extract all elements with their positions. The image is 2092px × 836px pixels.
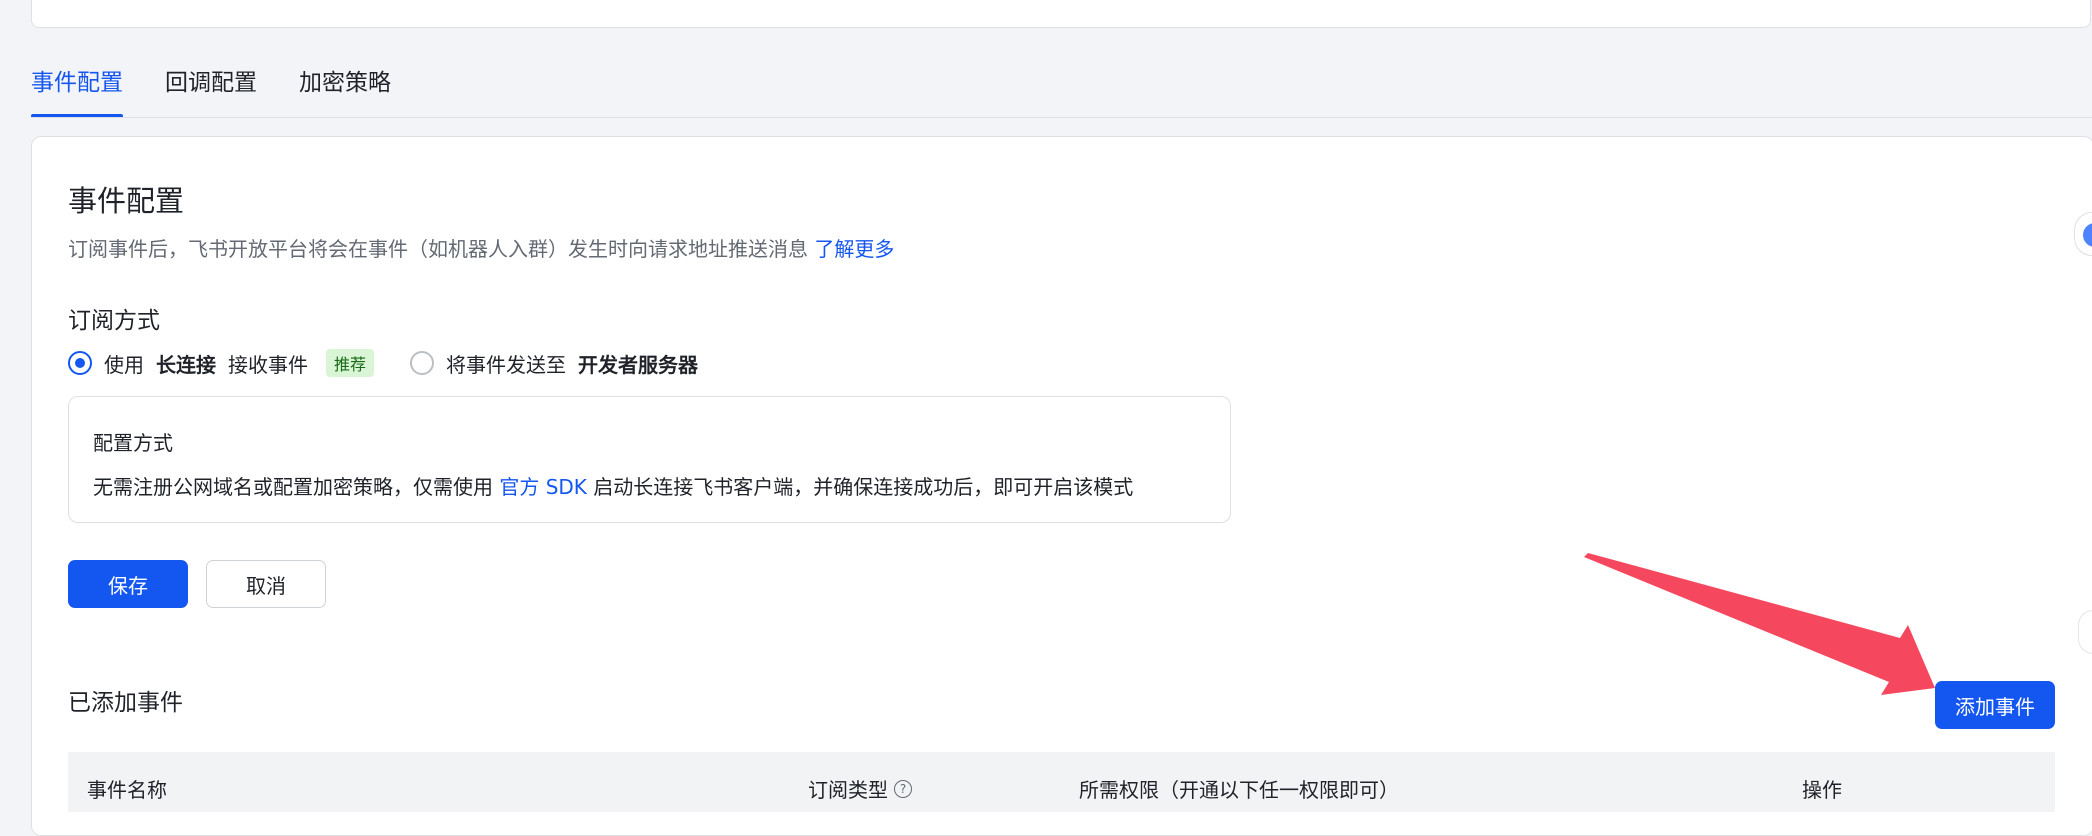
column-header-event-name: 事件名称 [87,778,167,802]
config-text-before: 无需注册公网域名或配置加密策略，仅需使用 [93,475,493,499]
assistant-icon [2083,223,2092,247]
tab-callback-config[interactable]: 回调配置 [165,66,257,118]
radio-checked-icon[interactable] [68,351,92,375]
column-header-subscription-type: 订阅类型 ? [808,774,912,803]
column-header-actions: 操作 [1802,778,1842,802]
option2-prefix: 将事件发送至 [446,352,567,377]
subscription-method-label: 订阅方式 [68,308,160,334]
radio-option-long-connection[interactable]: 使用 长连接 接收事件 推荐 [68,349,375,378]
add-event-button[interactable]: 添加事件 [1935,681,2055,729]
radio-unchecked-icon[interactable] [410,351,435,375]
option1-prefix: 使用 [104,352,144,377]
question-circle-icon[interactable]: ? [894,779,912,798]
learn-more-link[interactable]: 了解更多 [814,237,894,261]
cancel-button[interactable]: 取消 [206,560,326,608]
tab-encryption-strategy[interactable]: 加密策略 [299,66,391,118]
option2-bold: 开发者服务器 [578,352,699,377]
official-sdk-link[interactable]: 官方 SDK [499,475,587,499]
section-description: 订阅事件后，飞书开放平台将会在事件（如机器人入群）发生时向请求地址推送消息 了解… [68,233,894,262]
section-description-text: 订阅事件后，飞书开放平台将会在事件（如机器人入群）发生时向请求地址推送消息 [68,237,808,261]
config-method-text: 无需注册公网域名或配置加密策略，仅需使用 官方 SDK 启动长连接飞书客户端，并… [93,471,1133,500]
tab-bar: 事件配置 回调配置 加密策略 [31,66,391,118]
column-header-required-permissions: 所需权限（开通以下任一权限即可） [1079,778,1399,802]
radio-option-developer-server[interactable]: 将事件发送至 开发者服务器 [410,349,698,378]
tabs-divider [31,117,2092,118]
config-text-after: 启动长连接飞书客户端，并确保连接成功后，即可开启该模式 [593,475,1134,499]
top-card [31,0,2091,28]
option1-bold: 长连接 [156,352,216,377]
save-button[interactable]: 保存 [68,560,188,608]
column-header-subscription-type-label: 订阅类型 [808,778,888,802]
section-title: 事件配置 [68,184,185,218]
tab-event-config[interactable]: 事件配置 [31,66,123,118]
added-events-title: 已添加事件 [68,690,183,716]
subscription-method-radio-group: 使用 长连接 接收事件 推荐 将事件发送至 开发者服务器 [68,347,698,379]
side-float-button[interactable] [2078,610,2092,654]
recommended-tag: 推荐 [326,349,375,377]
config-method-title: 配置方式 [93,431,173,455]
events-table-header: 事件名称 订阅类型 ? 所需权限（开通以下任一权限即可） 操作 [68,752,2055,812]
option1-suffix: 接收事件 [228,352,308,377]
config-method-box: 配置方式 无需注册公网域名或配置加密策略，仅需使用 官方 SDK 启动长连接飞书… [68,396,1231,523]
